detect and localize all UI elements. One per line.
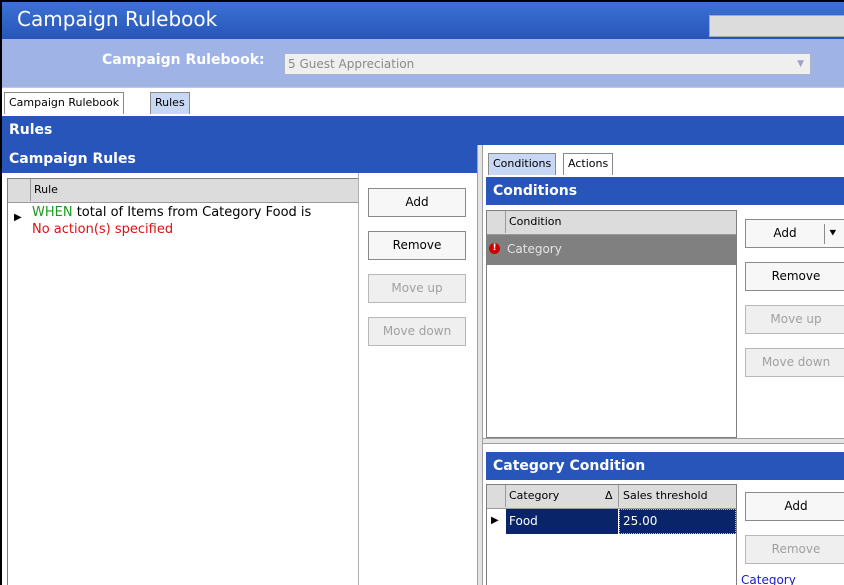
conditions-grid: Condition ! Category — [486, 210, 737, 438]
rules-move-down-button[interactable]: Move down — [368, 317, 466, 346]
sales-threshold-cell[interactable]: 25.00 — [619, 509, 736, 534]
tab-label: Rules — [155, 96, 185, 109]
dropdown-arrow-icon[interactable]: ⯆ — [828, 220, 838, 247]
rule-action-warning: No action(s) specified — [32, 222, 174, 237]
right-tab-strip: Conditions Actions — [483, 145, 844, 176]
category-condition-grid: Category Δ Sales threshold ▶ Food 25.00 — [486, 484, 737, 585]
chevron-down-icon[interactable]: ▼ — [797, 54, 804, 74]
conditions-header: Conditions — [486, 177, 844, 205]
add-button-label: Add — [773, 226, 797, 240]
tab-label: Conditions — [493, 157, 552, 170]
tab-conditions[interactable]: Conditions — [488, 153, 557, 175]
section-header: Rules — [2, 116, 844, 145]
column-header-category[interactable]: Category — [509, 485, 559, 507]
rule-text: WHEN total of Items from Category Food i… — [32, 204, 311, 238]
grid-separator — [358, 173, 359, 585]
tab-label: Campaign Rulebook — [9, 96, 120, 109]
conditions-remove-button[interactable]: Remove — [745, 262, 844, 291]
row-header-spacer — [487, 211, 506, 233]
tab-campaign-rulebook[interactable]: Campaign Rulebook — [4, 92, 125, 114]
rulebook-select[interactable]: 5 Guest Appreciation ▼ — [284, 53, 811, 75]
window-title: Campaign Rulebook — [17, 7, 218, 31]
title-bar-box — [709, 15, 844, 37]
category-cell[interactable]: Food — [506, 509, 618, 534]
conditions-grid-header: Condition — [487, 211, 736, 235]
rule-when-keyword: WHEN — [32, 205, 73, 220]
table-row[interactable]: ▶ Food 25.00 — [487, 509, 736, 535]
sort-ascending-icon: Δ — [605, 489, 613, 502]
category-condition-header: Category Condition — [486, 452, 844, 480]
category-link[interactable]: Category — [741, 573, 796, 585]
table-row[interactable]: ! Category — [487, 235, 736, 265]
tab-rules[interactable]: Rules — [150, 92, 190, 114]
row-pointer-icon: ▶ — [491, 515, 499, 526]
split-divider — [824, 224, 825, 244]
category-remove-button[interactable]: Remove — [745, 535, 844, 564]
campaign-rules-grid: Rule ▶ WHEN total of Items from Category… — [7, 178, 359, 585]
rulebook-selector-bar: Campaign Rulebook: 5 Guest Appreciation … — [2, 39, 844, 87]
rulebook-select-value: 5 Guest Appreciation — [288, 57, 415, 71]
tab-actions[interactable]: Actions — [563, 153, 614, 175]
category-grid-header: Category Δ Sales threshold — [487, 485, 736, 509]
rules-move-up-button[interactable]: Move up — [368, 274, 466, 303]
rulebook-selector-label: Campaign Rulebook: — [102, 52, 265, 68]
vertical-splitter[interactable] — [477, 145, 483, 585]
rule-condition-text: total of Items from Category Food is — [72, 205, 312, 220]
conditions-move-down-button[interactable]: Move down — [745, 348, 844, 377]
conditions-add-button[interactable]: Add ⯆ — [745, 219, 844, 248]
category-add-button[interactable]: Add — [745, 492, 844, 521]
horizontal-splitter[interactable] — [483, 438, 844, 444]
column-header-condition[interactable]: Condition — [509, 211, 562, 233]
title-bar: Campaign Rulebook — [2, 2, 844, 39]
rules-add-button[interactable]: Add — [368, 188, 466, 217]
tab-label: Actions — [568, 157, 609, 170]
campaign-rules-grid-header: Rule — [8, 179, 359, 203]
campaign-rules-header: Campaign Rules — [2, 145, 477, 173]
error-icon: ! — [489, 243, 500, 254]
rules-remove-button[interactable]: Remove — [368, 231, 466, 260]
condition-label: Category — [507, 242, 562, 256]
column-header-sales-threshold[interactable]: Sales threshold — [623, 485, 708, 507]
window-frame: Campaign Rulebook Campaign Rulebook: 5 G… — [0, 0, 844, 585]
row-header-spacer — [8, 179, 31, 201]
row-header-spacer — [487, 485, 506, 507]
column-header-rule[interactable]: Rule — [34, 179, 58, 201]
column-divider — [618, 485, 619, 507]
main-tab-strip: Campaign Rulebook Rules — [2, 87, 844, 117]
table-row[interactable]: ▶ WHEN total of Items from Category Food… — [8, 203, 359, 243]
conditions-move-up-button[interactable]: Move up — [745, 305, 844, 334]
row-pointer-icon: ▶ — [14, 212, 22, 223]
